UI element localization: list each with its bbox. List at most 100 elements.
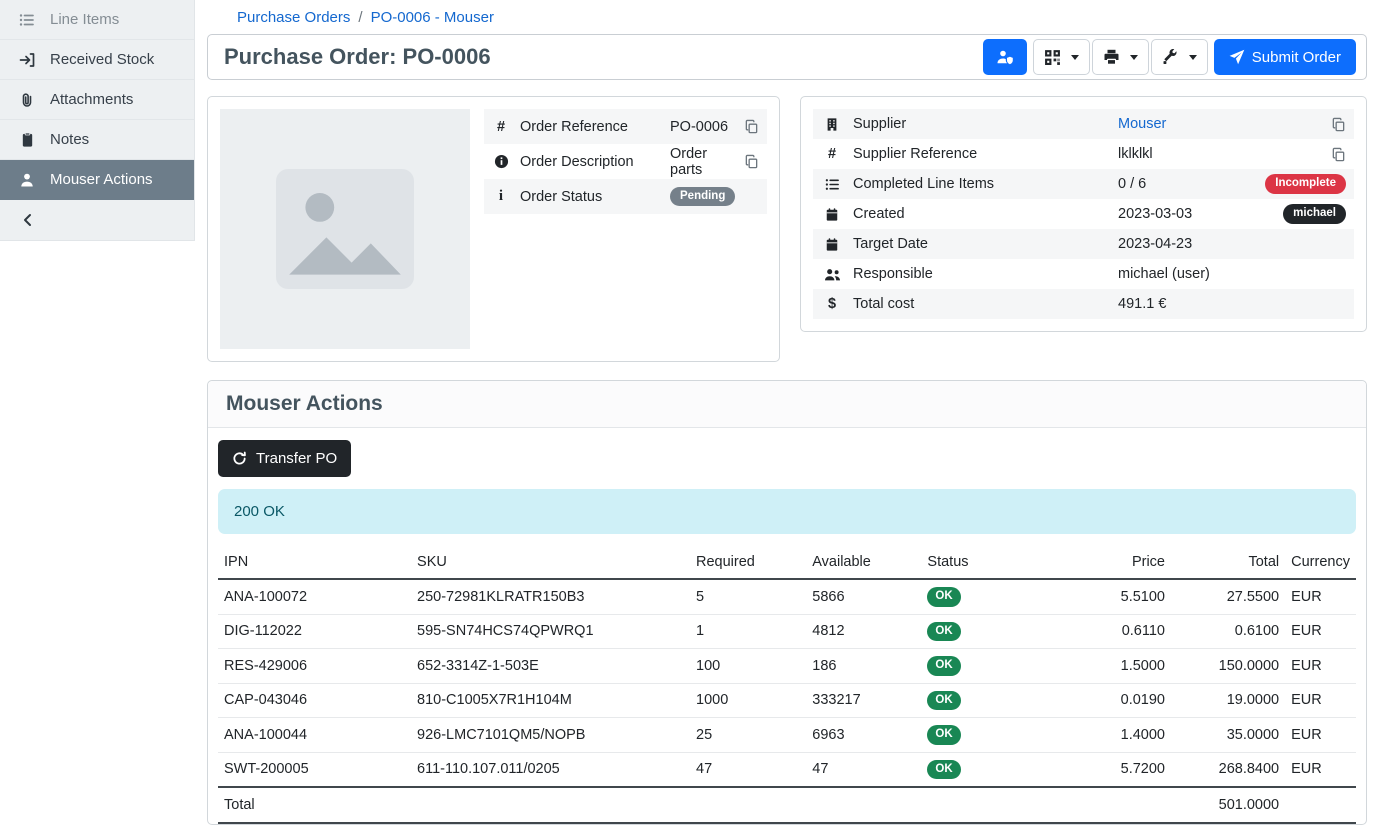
building-icon xyxy=(821,117,843,132)
transfer-po-button[interactable]: Transfer PO xyxy=(218,440,351,477)
supplier-link[interactable]: Mouser xyxy=(1118,116,1321,132)
caret-down-icon xyxy=(1189,55,1197,60)
detail-row-supplier-reference: # Supplier Reference lklklkl xyxy=(813,139,1354,169)
dollar-icon: $ xyxy=(821,296,843,312)
sidebar-item-mouser-actions[interactable]: Mouser Actions xyxy=(0,160,194,200)
col-status: Status xyxy=(921,546,1048,579)
copy-icon[interactable] xyxy=(744,119,759,134)
supplier-reference-value: lklklkl xyxy=(1118,146,1321,162)
detail-row-order-status: i Order Status Pending xyxy=(484,179,767,214)
main-content: Purchase Orders / PO-0006 - Mouser Purch… xyxy=(207,0,1383,825)
sidebar-item-label: Line Items xyxy=(50,11,119,28)
col-price: Price xyxy=(1049,546,1171,579)
submit-order-button[interactable]: Submit Order xyxy=(1214,39,1356,75)
table-row: CAP-043046 810-C1005X7R1H104M 1000 33321… xyxy=(218,683,1356,718)
supplier-details-card: Supplier Mouser # Supplier Reference lkl… xyxy=(800,96,1367,332)
order-image-placeholder xyxy=(220,109,470,349)
order-reference-value: PO-0006 xyxy=(670,119,734,135)
breadcrumb: Purchase Orders / PO-0006 - Mouser xyxy=(207,0,1367,34)
user-admin-button[interactable] xyxy=(983,39,1027,75)
sidebar-item-label: Received Stock xyxy=(50,51,154,68)
mouser-line-items-table: IPN SKU Required Available Status Price … xyxy=(218,546,1356,824)
detail-row-order-description: Order Description Order parts xyxy=(484,144,767,179)
toolbar: Submit Order xyxy=(983,39,1356,75)
transfer-po-label: Transfer PO xyxy=(256,450,337,467)
col-sku: SKU xyxy=(411,546,690,579)
caret-down-icon xyxy=(1071,55,1079,60)
col-ipn: IPN xyxy=(218,546,411,579)
detail-row-order-reference: # Order Reference PO-0006 xyxy=(484,109,767,144)
calendar-icon xyxy=(821,237,843,252)
arrow-into-bracket-icon xyxy=(18,52,36,68)
sidebar-item-line-items[interactable]: Line Items xyxy=(0,0,194,40)
sidebar-item-received-stock[interactable]: Received Stock xyxy=(0,40,194,80)
order-status-value: Pending xyxy=(670,187,759,207)
action-button-group xyxy=(1033,39,1208,75)
created-by-badge: michael xyxy=(1283,204,1346,224)
info-circle-icon xyxy=(492,154,510,169)
users-icon xyxy=(821,267,843,282)
detail-row-completed-line-items: Completed Line Items 0 / 6 Incomplete xyxy=(813,169,1354,199)
print-actions-button[interactable] xyxy=(1092,39,1149,75)
qrcode-icon xyxy=(1044,49,1061,66)
footer-total-value: 501.0000 xyxy=(1171,787,1285,823)
sidebar-item-label: Mouser Actions xyxy=(50,171,153,188)
table-row: RES-429006 652-3314Z-1-503E 100 186 OK 1… xyxy=(218,649,1356,684)
barcode-actions-button[interactable] xyxy=(1033,39,1090,75)
picture-icon xyxy=(270,163,420,295)
table-footer-row: Total 501.0000 xyxy=(218,787,1356,823)
panel-body: Transfer PO 200 OK IPN SKU Required Avai… xyxy=(208,428,1366,824)
detail-row-created: Created 2023-03-03 michael xyxy=(813,199,1354,229)
table-row: ANA-100044 926-LMC7101QM5/NOPB 25 6963 O… xyxy=(218,718,1356,753)
sidebar-collapse-button[interactable] xyxy=(0,200,194,240)
copy-icon[interactable] xyxy=(1331,147,1346,162)
created-value: 2023-03-03 xyxy=(1118,206,1273,222)
info-icon: i xyxy=(492,188,510,205)
mouser-actions-panel: Mouser Actions Transfer PO 200 OK IPN SK… xyxy=(207,380,1367,825)
chevron-left-icon xyxy=(20,212,36,228)
refresh-icon xyxy=(232,451,247,466)
incomplete-badge: Incomplete xyxy=(1265,174,1346,194)
copy-icon[interactable] xyxy=(1331,117,1346,132)
breadcrumb-link-current-order[interactable]: PO-0006 - Mouser xyxy=(371,9,494,26)
submit-order-label: Submit Order xyxy=(1252,49,1341,66)
breadcrumb-link-purchase-orders[interactable]: Purchase Orders xyxy=(237,9,350,26)
col-total: Total xyxy=(1171,546,1285,579)
note-icon xyxy=(18,132,36,148)
total-cost-value: 491.1 € xyxy=(1118,296,1346,312)
table-row: SWT-200005 611-110.107.011/0205 47 47 OK… xyxy=(218,752,1356,787)
col-currency: Currency xyxy=(1285,546,1356,579)
order-details-card: # Order Reference PO-0006 Order Descript… xyxy=(207,96,780,362)
order-details-table: # Order Reference PO-0006 Order Descript… xyxy=(484,109,767,349)
table-header-row: IPN SKU Required Available Status Price … xyxy=(218,546,1356,579)
sidebar-item-notes[interactable]: Notes xyxy=(0,120,194,160)
printer-icon xyxy=(1103,49,1120,65)
caret-down-icon xyxy=(1130,55,1138,60)
status-badge: Pending xyxy=(670,187,735,207)
user-shield-icon xyxy=(996,49,1014,65)
copy-icon[interactable] xyxy=(744,154,759,169)
calendar-icon xyxy=(821,207,843,222)
sidebar-item-label: Attachments xyxy=(50,91,133,108)
ok-badge: OK xyxy=(927,656,960,676)
page-title: Purchase Order: PO-0006 xyxy=(224,44,491,70)
order-actions-button[interactable] xyxy=(1151,39,1208,75)
status-alert: 200 OK xyxy=(218,489,1356,534)
ok-badge: OK xyxy=(927,760,960,780)
col-available: Available xyxy=(806,546,921,579)
panel-title: Mouser Actions xyxy=(208,381,1366,428)
hash-icon: # xyxy=(492,119,510,135)
detail-row-total-cost: $ Total cost 491.1 € xyxy=(813,289,1354,319)
responsible-value: michael (user) xyxy=(1118,266,1346,282)
table-row: DIG-112022 595-SN74HCS74QPWRQ1 1 4812 OK… xyxy=(218,614,1356,649)
ok-badge: OK xyxy=(927,622,960,642)
ok-badge: OK xyxy=(927,587,960,607)
list-icon xyxy=(18,12,36,28)
completed-line-items-value: 0 / 6 xyxy=(1118,176,1255,192)
paper-plane-icon xyxy=(1229,49,1245,65)
paperclip-icon xyxy=(18,92,36,108)
sidebar-item-attachments[interactable]: Attachments xyxy=(0,80,194,120)
ok-badge: OK xyxy=(927,725,960,745)
user-icon xyxy=(18,172,36,188)
ok-badge: OK xyxy=(927,691,960,711)
